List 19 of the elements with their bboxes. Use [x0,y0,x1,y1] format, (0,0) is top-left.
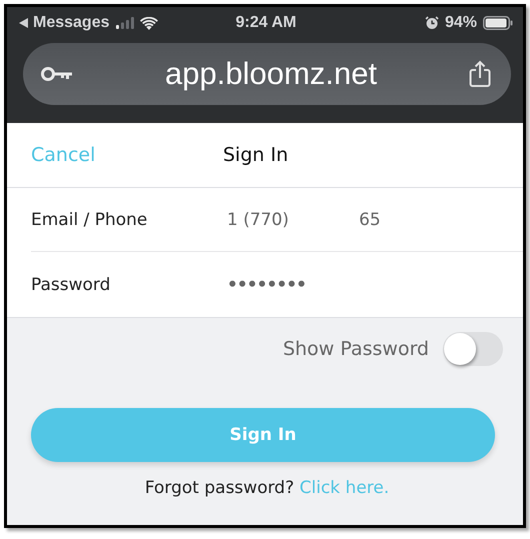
wifi-icon [140,16,158,30]
field-label: Password [31,274,112,294]
clock-time: 9:24 AM [236,14,296,32]
email-phone-field[interactable]: 1 (770) 65 [227,210,381,230]
field-label: Email / Phone [31,210,148,230]
alarm-clock-icon [424,16,439,30]
back-to-app-link[interactable]: Messages [19,14,110,32]
back-triangle-icon [19,18,29,28]
battery-icon [482,16,513,30]
page-title: Sign In [223,144,288,166]
password-field[interactable]: •••••••• [227,274,306,294]
signal-icon [116,17,134,29]
key-icon [41,66,73,82]
share-icon[interactable] [468,60,491,88]
address-bar[interactable]: app.bloomz.net [23,43,511,105]
toggle-label: Show Password [282,338,429,360]
battery-percentage: 94% [444,14,477,32]
forgot-password-text: Forgot password? Click here. [144,478,390,498]
show-password-toggle[interactable] [443,332,503,366]
